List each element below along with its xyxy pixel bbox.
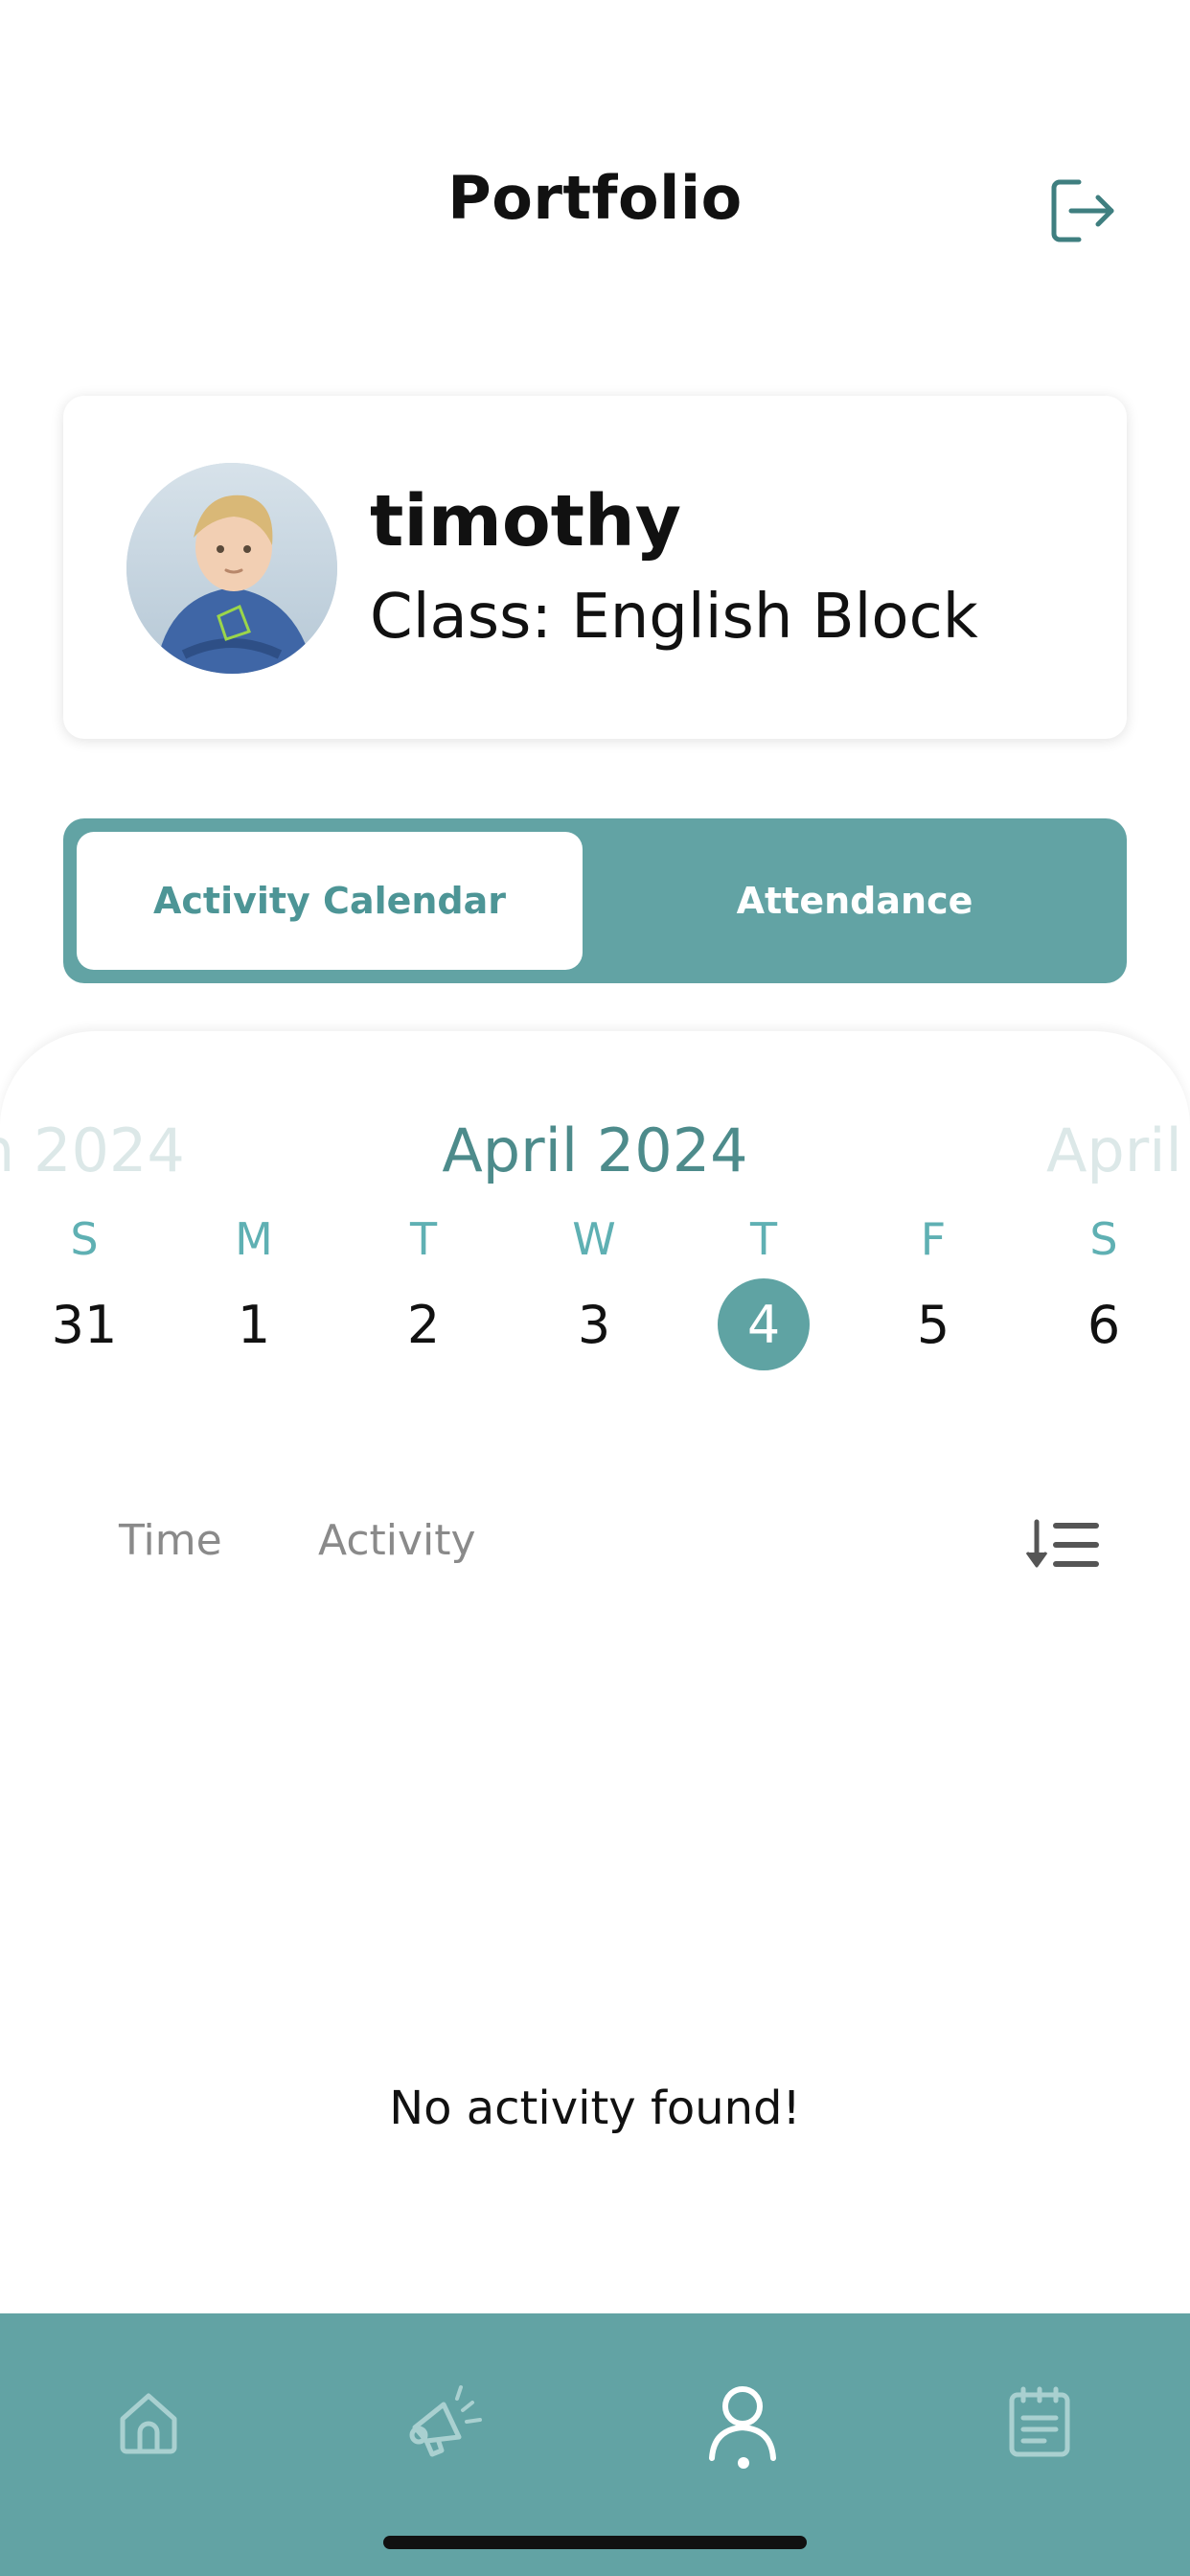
calendar-panel: h 2024 April 2024 April S M T W T F S 31… bbox=[0, 1031, 1190, 2315]
activity-list-header: Time Activity bbox=[0, 1506, 1190, 1583]
date-cell[interactable]: 31 bbox=[38, 1278, 130, 1370]
home-indicator bbox=[383, 2536, 807, 2549]
profile-card: timothy Class: English Block bbox=[63, 396, 1127, 739]
date-cell-selected[interactable]: 4 bbox=[718, 1278, 810, 1370]
logout-button[interactable] bbox=[1044, 172, 1121, 249]
sort-button[interactable] bbox=[1025, 1514, 1100, 1576]
date-cell[interactable]: 6 bbox=[1058, 1278, 1150, 1370]
weekday-mon: M bbox=[235, 1213, 273, 1265]
sort-descending-icon bbox=[1025, 1519, 1099, 1568]
date-cell[interactable]: 3 bbox=[548, 1278, 640, 1370]
megaphone-icon bbox=[409, 2385, 482, 2457]
student-avatar bbox=[126, 463, 337, 674]
student-class: Class: English Block bbox=[370, 582, 978, 653]
column-time: Time bbox=[119, 1516, 222, 1565]
date-cell[interactable]: 5 bbox=[887, 1278, 979, 1370]
month-current-label[interactable]: April 2024 bbox=[0, 1116, 1190, 1185]
weekday-thu: T bbox=[749, 1213, 778, 1265]
logout-icon bbox=[1051, 179, 1114, 242]
month-next-label[interactable]: April bbox=[1046, 1116, 1182, 1185]
header: Portfolio bbox=[0, 0, 1190, 316]
tab-activity-calendar[interactable]: Activity Calendar bbox=[77, 832, 583, 970]
date-cell[interactable]: 2 bbox=[378, 1278, 469, 1370]
active-nav-indicator bbox=[738, 2457, 749, 2469]
user-icon bbox=[709, 2386, 776, 2461]
nav-announcements[interactable] bbox=[393, 2369, 498, 2474]
date-row: 31 1 2 3 4 5 6 bbox=[0, 1278, 1190, 1384]
avatar bbox=[126, 463, 337, 674]
student-name: timothy bbox=[370, 480, 681, 563]
nav-notes[interactable] bbox=[987, 2369, 1092, 2474]
page-title: Portfolio bbox=[447, 163, 743, 233]
weekday-wed: W bbox=[572, 1213, 616, 1265]
weekday-sun: S bbox=[70, 1213, 99, 1265]
date-cell[interactable]: 1 bbox=[208, 1278, 300, 1370]
column-activity: Activity bbox=[318, 1516, 476, 1565]
notepad-icon bbox=[1009, 2386, 1070, 2457]
empty-state-message: No activity found! bbox=[389, 2082, 801, 2135]
nav-home[interactable] bbox=[96, 2369, 201, 2474]
portfolio-tabs: Activity Calendar Attendance bbox=[63, 818, 1127, 983]
home-icon bbox=[120, 2393, 177, 2454]
tab-attendance[interactable]: Attendance bbox=[596, 832, 1113, 970]
weekday-tue: T bbox=[409, 1213, 438, 1265]
weekday-sat: S bbox=[1089, 1213, 1118, 1265]
weekday-fri: F bbox=[920, 1213, 947, 1265]
